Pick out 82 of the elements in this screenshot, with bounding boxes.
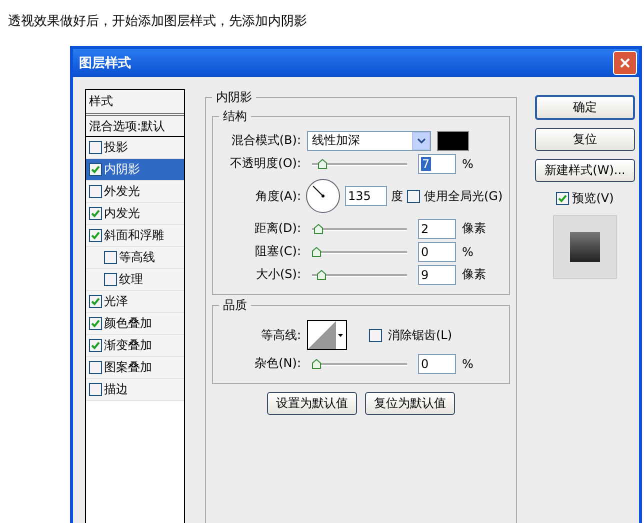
default-button[interactable]: 复位为默认值 — [364, 392, 455, 415]
color-swatch[interactable] — [437, 130, 469, 150]
value-field[interactable]: 0 — [418, 242, 456, 262]
value-field[interactable]: 7 — [418, 154, 456, 174]
value-text: 9 — [421, 268, 429, 282]
checkbox[interactable] — [89, 295, 102, 308]
list-header: 样式 — [86, 90, 184, 116]
value-text: 7 — [421, 156, 431, 170]
slider-thumb[interactable] — [317, 270, 326, 280]
style-list-item[interactable]: 光泽 — [86, 291, 184, 313]
slider-label: 阻塞(C): — [254, 243, 301, 260]
group-title: 内阴影 — [215, 89, 253, 106]
style-list-item[interactable]: 内阴影 — [86, 159, 184, 181]
value-text: 0 — [421, 356, 429, 370]
checkbox[interactable] — [89, 141, 102, 154]
style-list-item[interactable]: 斜面和浮雕 — [86, 225, 184, 247]
unit-label: % — [462, 156, 474, 170]
value-text: 0 — [421, 244, 429, 258]
contour-label: 等高线: — [260, 326, 301, 344]
slider-label: 大小(S): — [254, 266, 301, 283]
checkbox-label: 使用全局光(G) — [424, 188, 503, 204]
checkbox[interactable] — [89, 383, 102, 396]
checkbox[interactable] — [556, 192, 570, 205]
window-title: 图层样式 — [79, 55, 131, 72]
unit-label: 像素 — [462, 220, 486, 237]
style-list-item[interactable]: 颜色叠加 — [86, 313, 184, 335]
style-list-item[interactable]: 图案叠加 — [86, 357, 184, 379]
slider-label: 杂色(N): — [254, 355, 301, 372]
checkbox[interactable] — [89, 317, 102, 330]
group-title: 品质 — [222, 297, 248, 314]
preview-square — [570, 232, 600, 262]
angle-label: 角度(A): — [254, 188, 301, 204]
action-button[interactable]: 新建样式(W)... — [535, 159, 635, 182]
contour-curve-icon — [308, 321, 336, 349]
slider-thumb[interactable] — [312, 358, 321, 368]
checkbox[interactable] — [89, 339, 102, 352]
checkbox-label: 消除锯齿(L) — [388, 326, 452, 344]
style-list-item[interactable]: 投影 — [86, 137, 184, 159]
caption-text: 透视效果做好后，开始添加图层样式，先添加内阴影 — [8, 13, 307, 30]
preview-label: 预览(V) — [572, 190, 614, 207]
style-list-item[interactable]: 纹理 — [86, 269, 184, 291]
contour-picker[interactable] — [307, 320, 347, 350]
blend-mode-label: 混合模式(B): — [230, 132, 301, 149]
slider-thumb[interactable] — [312, 246, 321, 256]
slider-label: 距离(D): — [253, 220, 301, 237]
blend-options-item[interactable]: 混合选项:默认 — [86, 116, 184, 137]
value-text: 2 — [421, 222, 429, 236]
style-list-item[interactable]: 内发光 — [86, 203, 184, 225]
blend-mode-dropdown[interactable]: 线性加深 — [307, 130, 431, 150]
checkbox[interactable] — [104, 273, 117, 286]
close-icon — [619, 57, 631, 69]
slider-thumb[interactable] — [318, 158, 328, 168]
unit-label: % — [462, 356, 474, 370]
angle-field[interactable]: 135 — [345, 186, 387, 206]
caret-icon — [338, 334, 343, 336]
slider-label: 不透明度(O): — [229, 155, 301, 172]
checkbox[interactable] — [89, 163, 102, 176]
value-field[interactable]: 9 — [418, 264, 456, 284]
style-list-item[interactable]: 外发光 — [86, 181, 184, 203]
slider-thumb[interactable] — [314, 224, 323, 234]
default-button[interactable]: 设置为默认值 — [266, 392, 357, 415]
value-field[interactable]: 0 — [418, 354, 456, 374]
unit-label: 度 — [391, 188, 403, 204]
angle-dial[interactable] — [305, 178, 341, 214]
checkbox[interactable] — [369, 328, 382, 342]
style-list-item[interactable]: 描边 — [86, 379, 184, 401]
checkbox[interactable] — [104, 251, 117, 264]
unit-label: % — [462, 244, 474, 258]
close-button[interactable] — [613, 51, 637, 75]
checkbox[interactable] — [89, 361, 102, 374]
checkbox[interactable] — [89, 207, 102, 220]
action-button[interactable]: 确定 — [535, 95, 635, 120]
style-list-item[interactable]: 等高线 — [86, 247, 184, 269]
group-title: 结构 — [222, 108, 248, 125]
checkbox[interactable] — [89, 229, 102, 242]
checkbox[interactable] — [89, 185, 102, 198]
unit-label: 像素 — [462, 266, 486, 283]
style-list-item[interactable]: 渐变叠加 — [86, 335, 184, 357]
checkbox[interactable] — [407, 190, 420, 202]
action-button[interactable]: 复位 — [535, 128, 635, 151]
value-field[interactable]: 2 — [418, 218, 456, 238]
chevron-icon — [416, 138, 426, 144]
